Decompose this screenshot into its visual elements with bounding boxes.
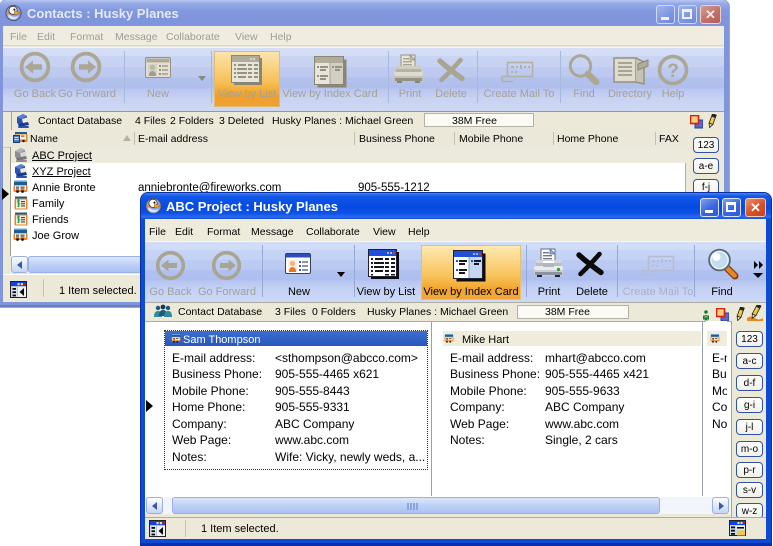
svg-text:?: ? (667, 61, 679, 82)
